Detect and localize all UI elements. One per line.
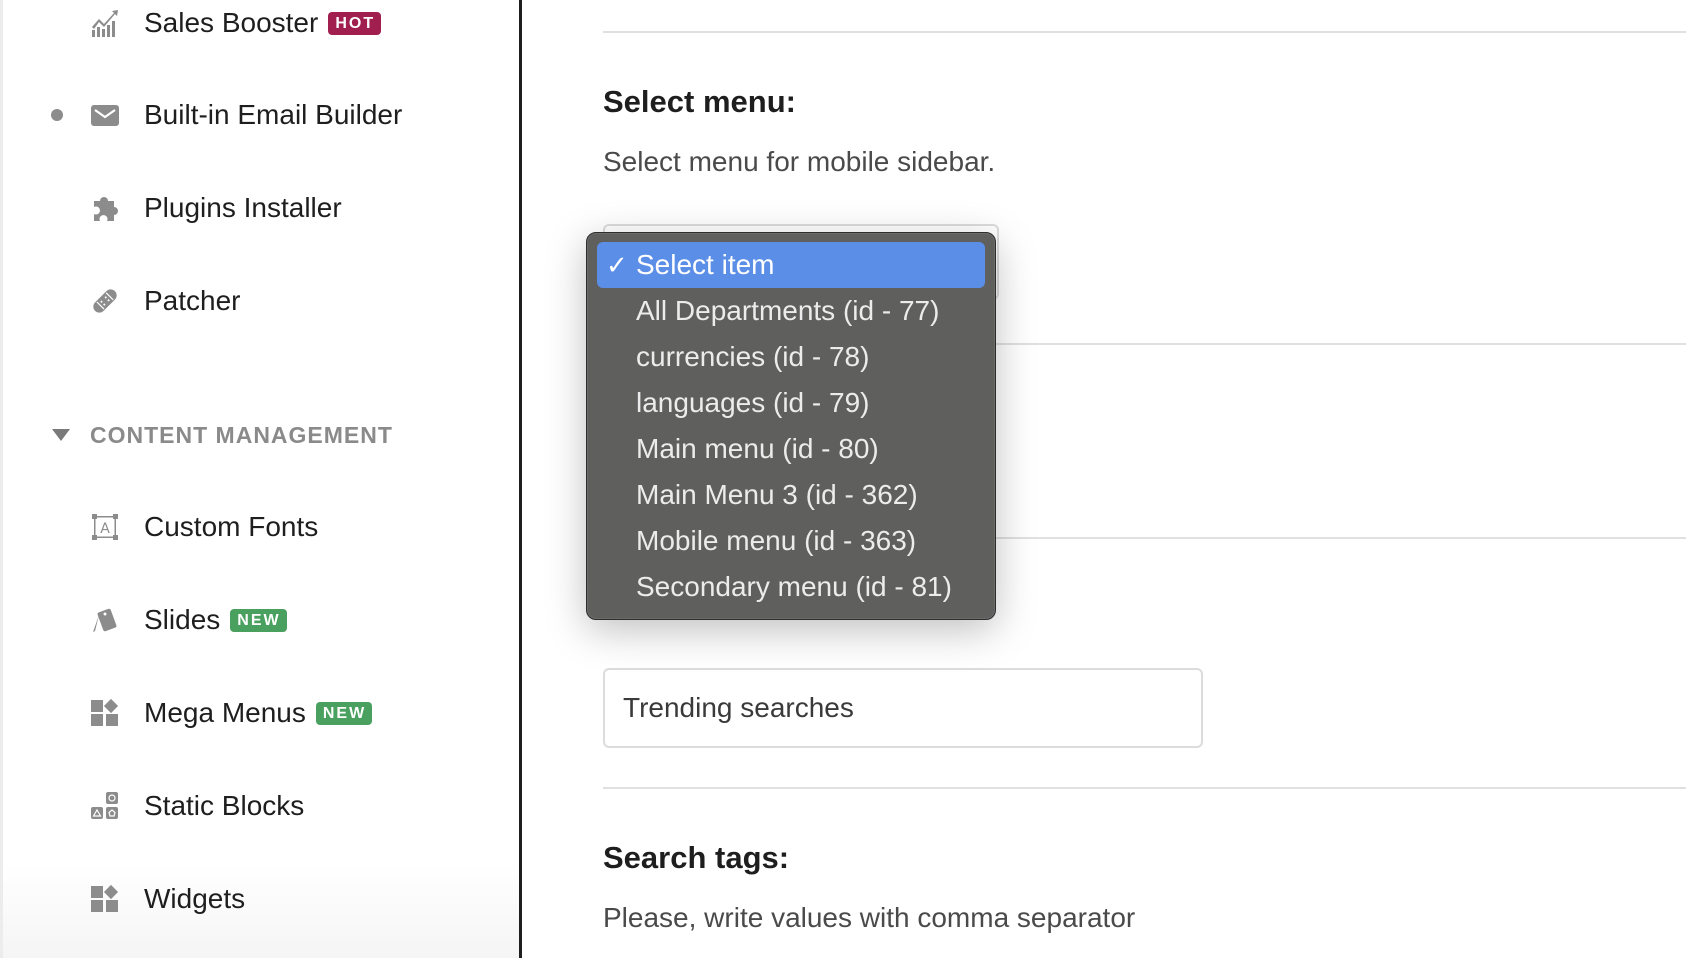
hot-badge: HOT (328, 11, 382, 35)
dropdown-option[interactable]: Mobile menu (id - 363) (597, 518, 985, 564)
section-title: CONTENT MANAGEMENT (90, 421, 393, 448)
font-icon: A (90, 512, 120, 542)
sidebar: Sales Booster HOT Built-in Email Builder… (0, 0, 522, 958)
sidebar-item-label: Slides (144, 604, 221, 635)
sidebar-item-slides[interactable]: Slides NEW (0, 595, 519, 645)
puzzle-icon (90, 193, 120, 223)
divider (603, 31, 1686, 33)
widgets-icon (90, 884, 120, 914)
sidebar-item-plugins-installer[interactable]: Plugins Installer (0, 183, 519, 233)
sidebar-item-patcher[interactable]: Patcher (0, 276, 519, 326)
sidebar-item-sales-booster[interactable]: Sales Booster HOT (0, 0, 519, 48)
sidebar-item-label: Mega Menus (144, 697, 306, 728)
select-menu-options-popup: ✓ Select item All Departments (id - 77) … (586, 232, 996, 620)
envelope-icon (90, 100, 120, 130)
sidebar-item-email-builder[interactable]: Built-in Email Builder (0, 90, 519, 140)
sidebar-item-label: Sales Booster (144, 7, 319, 38)
section-header-content-management[interactable]: CONTENT MANAGEMENT (52, 420, 393, 450)
sidebar-item-label: Patcher (144, 285, 241, 316)
divider (603, 787, 1686, 789)
dropdown-option[interactable]: Secondary menu (id - 81) (597, 564, 985, 610)
triangle-down-icon (52, 429, 70, 441)
sidebar-item-widgets[interactable]: Widgets (0, 874, 519, 924)
sidebar-item-label: Plugins Installer (144, 192, 342, 223)
svg-text:A: A (100, 521, 110, 537)
sidebar-item-label: Static Blocks (144, 790, 305, 821)
dropdown-option[interactable]: Main menu (id - 80) (597, 426, 985, 472)
dropdown-option[interactable]: languages (id - 79) (597, 380, 985, 426)
sidebar-item-label: Built-in Email Builder (144, 99, 403, 130)
new-badge: NEW (230, 608, 287, 632)
sidebar-item-label: Custom Fonts (144, 511, 319, 542)
blocks-icon (90, 791, 120, 821)
trending-searches-input[interactable] (603, 668, 1203, 748)
bandage-icon (90, 286, 120, 316)
new-badge: NEW (315, 701, 373, 725)
dropdown-option[interactable]: currencies (id - 78) (597, 334, 985, 380)
sidebar-item-mega-menus[interactable]: Mega Menus NEW (0, 688, 519, 738)
sidebar-item-custom-fonts[interactable]: A Custom Fonts (0, 502, 519, 552)
dropdown-option[interactable]: All Departments (id - 77) (597, 288, 985, 334)
sidebar-item-static-blocks[interactable]: Static Blocks (0, 781, 519, 831)
dropdown-option[interactable]: Main Menu 3 (id - 362) (597, 472, 985, 518)
chart-growth-icon (90, 8, 120, 38)
checkmark-icon: ✓ (606, 250, 628, 280)
active-indicator-dot (51, 109, 63, 121)
select-menu-title: Select menu: (603, 84, 796, 119)
search-tags-description: Please, write values with comma separato… (603, 902, 1136, 933)
search-tags-title: Search tags: (603, 840, 790, 875)
dropdown-option-select-item[interactable]: ✓ Select item (597, 242, 985, 288)
select-menu-description: Select menu for mobile sidebar. (603, 146, 996, 177)
slides-icon (90, 605, 120, 635)
sidebar-item-label: Widgets (144, 883, 246, 914)
widgets-icon (90, 698, 120, 728)
